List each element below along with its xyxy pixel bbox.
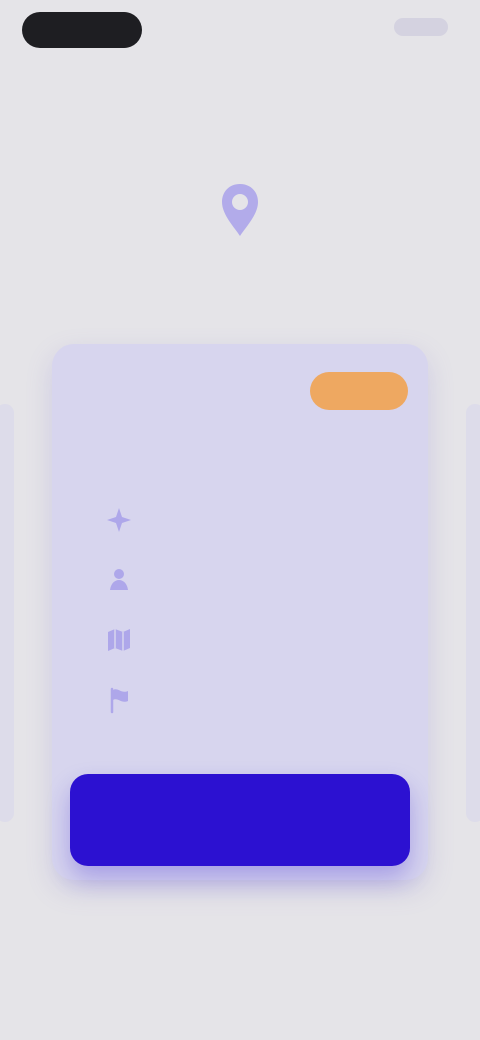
status-pill — [22, 12, 142, 48]
side-card-left — [0, 404, 14, 822]
status-indicator — [394, 18, 448, 36]
feature-list — [104, 498, 376, 722]
side-card-right — [466, 404, 480, 822]
top-bar — [0, 0, 480, 120]
title-line-1 — [32, 183, 448, 239]
offer-badge — [310, 372, 408, 410]
flag-icon — [110, 687, 128, 714]
primary-cta-button[interactable] — [70, 774, 410, 866]
skip-button[interactable] — [400, 84, 454, 106]
sparkle-icon — [107, 508, 131, 532]
app-screen — [0, 0, 480, 1040]
location-pin-icon — [222, 183, 258, 236]
person-icon — [110, 569, 128, 590]
page-title — [32, 183, 448, 239]
feature-item-4 — [104, 678, 376, 722]
feature-item-3 — [104, 618, 376, 662]
feature-item-1 — [104, 498, 376, 542]
offer-card — [52, 344, 428, 880]
feature-item-2 — [104, 558, 376, 602]
map-icon — [108, 629, 130, 651]
